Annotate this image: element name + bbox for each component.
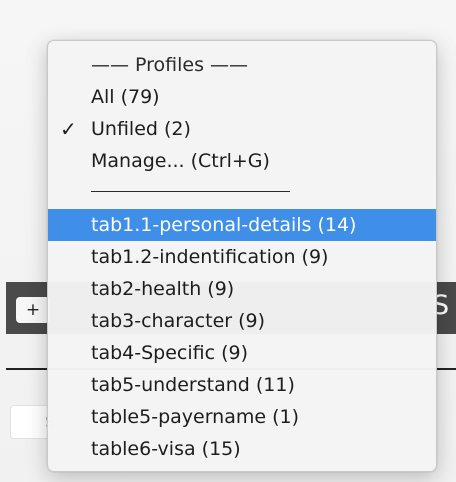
menu-item-profile-tab1-1[interactable]: tab1.1-personal-details (14) <box>48 209 436 241</box>
menu-item-unfiled[interactable]: ✓ Unfiled (2) <box>48 113 436 145</box>
checkmark-icon: ✓ <box>60 117 77 141</box>
menu-item-all[interactable]: All (79) <box>48 81 436 113</box>
menu-item-profile-tab2[interactable]: tab2-health (9) <box>48 273 436 305</box>
menu-item-unfiled-label: Unfiled (2) <box>91 118 191 140</box>
menu-item-profile-tab1-2[interactable]: tab1.2-indentification (9) <box>48 241 436 273</box>
add-button[interactable]: + <box>16 297 50 323</box>
menu-item-manage[interactable]: Manage... (Ctrl+G) <box>48 145 436 177</box>
menu-item-profile-table6[interactable]: table6-visa (15) <box>48 433 436 465</box>
menu-header-profiles: —— Profiles —— <box>91 54 249 76</box>
profiles-dropdown-menu: —— Profiles —— All (79) ✓ Unfiled (2) Ma… <box>47 40 437 472</box>
menu-item-profile-tab5[interactable]: tab5-understand (11) <box>48 369 436 401</box>
menu-separator <box>91 191 290 192</box>
menu-item-profile-tab3[interactable]: tab3-character (9) <box>48 305 436 337</box>
menu-item-profile-tab4[interactable]: tab4-Specific (9) <box>48 337 436 369</box>
menu-item-profile-table5[interactable]: table5-payername (1) <box>48 401 436 433</box>
window-background: + S S —— Profiles —— All (79) ✓ Unfiled … <box>0 0 456 482</box>
